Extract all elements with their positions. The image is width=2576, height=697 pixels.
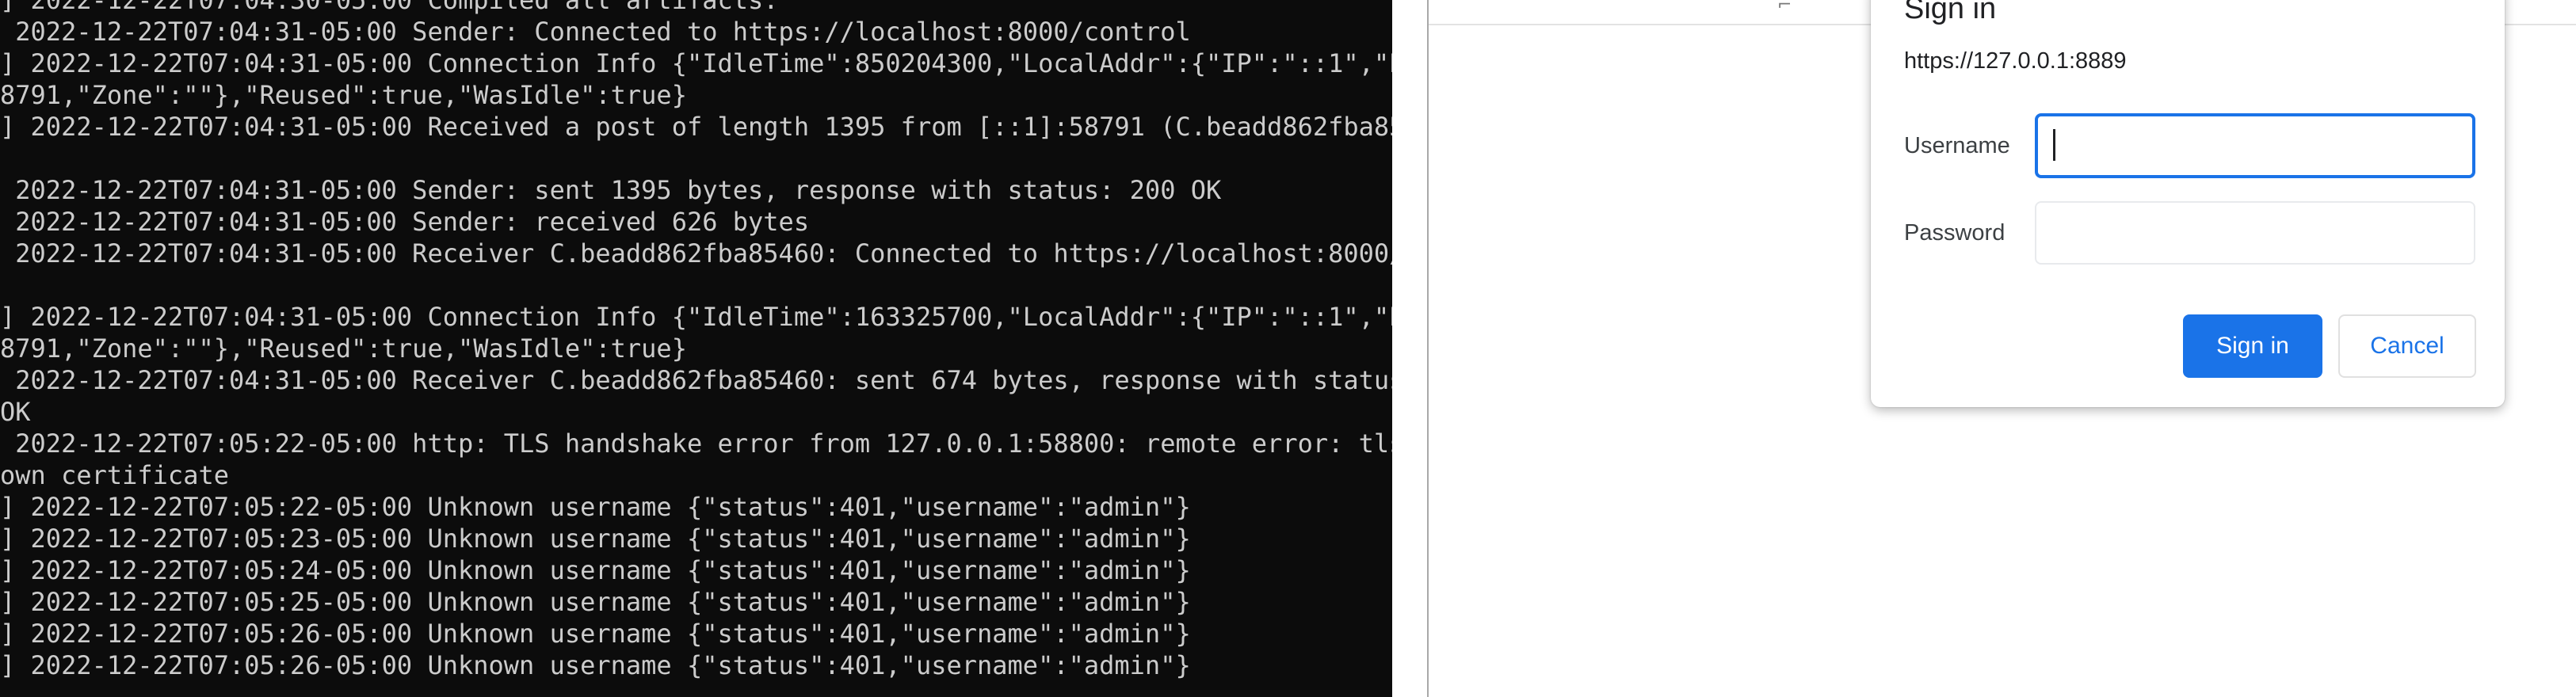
terminal-line: 8791,"Zone":""},"Reused":true,"WasIdle":…	[0, 333, 687, 364]
terminal-line: 2022-12-22T07:04:31-05:00 Receiver C.bea…	[0, 365, 1392, 395]
cancel-button[interactable]: Cancel	[2338, 314, 2476, 378]
terminal-line: ] 2022-12-22T07:04:30-05:00 Compiled all…	[0, 0, 779, 15]
terminal-line: 8791,"Zone":""},"Reused":true,"WasIdle":…	[0, 80, 687, 110]
terminal-line: ] 2022-12-22T07:04:31-05:00 Received a p…	[0, 112, 1392, 142]
terminal-line: 2022-12-22T07:04:31-05:00 Sender: sent 1…	[0, 175, 1222, 205]
toolbar-icon: ⌐	[1777, 0, 1792, 15]
password-input[interactable]	[2035, 201, 2475, 265]
terminal-line: ] 2022-12-22T07:05:24-05:00 Unknown user…	[0, 555, 1191, 585]
dialog-origin-url: https://127.0.0.1:8889	[1904, 48, 2127, 74]
terminal-line: ] 2022-12-22T07:04:31-05:00 Connection I…	[0, 302, 1392, 332]
text-caret	[2053, 129, 2055, 161]
terminal-line: 2022-12-22T07:04:31-05:00 Sender: Connec…	[0, 17, 1191, 47]
sign-in-dialog: Sign in https://127.0.0.1:8889 Username …	[1871, 0, 2505, 407]
terminal-line: 2022-12-22T07:04:31-05:00 Receiver C.bea…	[0, 238, 1392, 269]
terminal-line: own certificate	[0, 460, 229, 490]
terminal-line: 2022-12-22T07:04:31-05:00 Sender: receiv…	[0, 207, 810, 237]
terminal-line: ] 2022-12-22T07:05:26-05:00 Unknown user…	[0, 619, 1191, 649]
browser-pane: ⌐ Sign in https://127.0.0.1:8889 Usernam…	[1429, 0, 2576, 697]
terminal-line: ] 2022-12-22T07:04:31-05:00 Connection I…	[0, 48, 1392, 78]
dialog-title: Sign in	[1904, 0, 1997, 25]
pane-gap	[1392, 0, 1429, 697]
terminal-line: OK	[0, 397, 31, 427]
password-label: Password	[1904, 220, 2005, 246]
terminal-line: ] 2022-12-22T07:05:22-05:00 Unknown user…	[0, 492, 1191, 522]
sign-in-button[interactable]: Sign in	[2183, 314, 2322, 378]
username-label: Username	[1904, 133, 2010, 158]
terminal-line: ] 2022-12-22T07:05:25-05:00 Unknown user…	[0, 587, 1191, 617]
username-input[interactable]	[2035, 113, 2475, 178]
terminal-line: 2022-12-22T07:05:22-05:00 http: TLS hand…	[0, 428, 1392, 459]
terminal-output: ] 2022-12-22T07:04:30-05:00 Compiled all…	[0, 0, 1392, 681]
terminal-pane[interactable]: ] 2022-12-22T07:04:30-05:00 Compiled all…	[0, 0, 1392, 697]
terminal-line: ] 2022-12-22T07:05:23-05:00 Unknown user…	[0, 524, 1191, 554]
terminal-line: ] 2022-12-22T07:05:26-05:00 Unknown user…	[0, 650, 1191, 680]
